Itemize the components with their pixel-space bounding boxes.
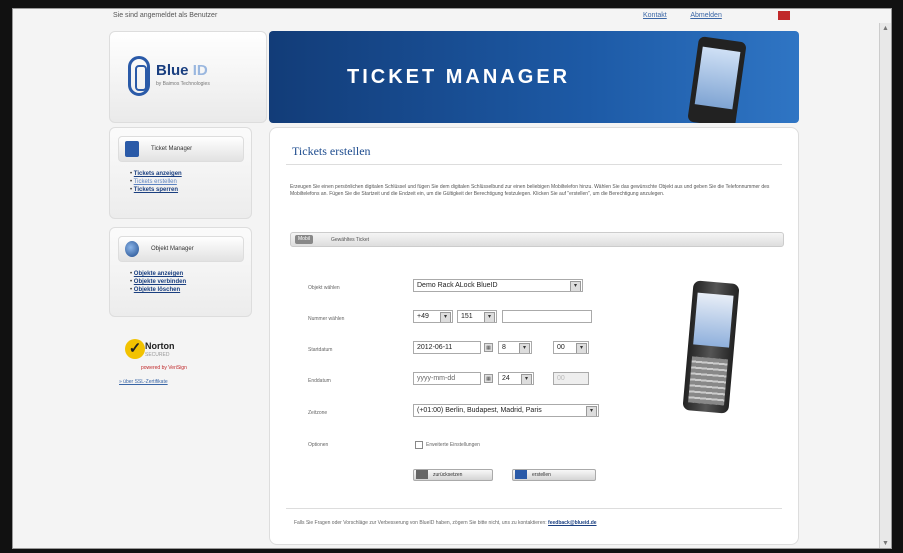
object-select[interactable]: Demo Rack ALock BlueID <box>413 279 583 292</box>
page-title: Tickets erstellen <box>292 144 371 158</box>
norton-powered: powered by VeriSign <box>141 365 187 371</box>
sidebar-item-tickets-sperren[interactable]: Tickets sperren <box>130 186 182 194</box>
end-hour-select[interactable]: 24 <box>498 372 534 385</box>
scroll-down-icon[interactable]: ▼ <box>882 540 889 547</box>
ticket-icon <box>125 141 139 157</box>
create-icon <box>515 470 527 479</box>
object-manager-menu: Objekte anzeigen Objekte verbinden Objek… <box>130 270 186 294</box>
vertical-scrollbar[interactable]: ▲ ▼ <box>879 23 891 548</box>
tab-key: Mobil <box>295 235 313 244</box>
norton-secured: SECURED <box>145 352 170 358</box>
ticket-manager-banner: TICKET MANAGER <box>269 31 799 123</box>
start-hour-select[interactable]: 8 <box>498 341 532 354</box>
start-date-label: Startdatum <box>308 347 333 353</box>
logo-name: Blue <box>156 62 189 79</box>
logo-name-suffix: ID <box>192 62 208 79</box>
timezone-select[interactable]: (+01:00) Berlin, Budapest, Madrid, Paris <box>413 404 599 417</box>
feedback-text: Falls Sie Fragen oder Vorschläge zur Ver… <box>294 520 597 526</box>
object-manager-panel: Objekt Manager Objekte anzeigen Objekte … <box>109 227 252 317</box>
norton-secured-seal[interactable]: ✓ Norton SECURED powered by VeriSign <box>121 331 201 375</box>
checkmark-icon: ✓ <box>125 339 145 359</box>
divider <box>286 508 782 509</box>
norton-brand: Norton <box>145 341 175 351</box>
sidebar-item-objekte-loeschen[interactable]: Objekte löschen <box>130 286 186 294</box>
phone-image <box>687 36 747 123</box>
end-date-input[interactable]: yyyy-mm-dd <box>413 372 481 385</box>
ticket-manager-header: Ticket Manager <box>118 136 244 162</box>
globe-icon <box>125 241 139 257</box>
sidebar-item-tickets-anzeigen[interactable]: Tickets anzeigen <box>130 170 182 178</box>
start-date-input[interactable]: 2012-06-11 <box>413 341 481 354</box>
scroll-up-icon[interactable]: ▲ <box>882 25 889 32</box>
ssl-info-link[interactable]: » über SSL-Zertifikate <box>119 379 168 385</box>
sidebar-item-objekte-anzeigen[interactable]: Objekte anzeigen <box>130 270 186 278</box>
sidebar-item-objekte-verbinden[interactable]: Objekte verbinden <box>130 278 186 286</box>
calendar-icon[interactable]: ▦ <box>484 343 493 352</box>
object-manager-title: Objekt Manager <box>151 246 194 252</box>
ticket-manager-menu: Tickets anzeigen Tickets erstellen Ticke… <box>130 170 182 194</box>
ticket-manager-panel: Ticket Manager Tickets anzeigen Tickets … <box>109 127 252 219</box>
browser-page: Sie sind angemeldet als Benutzer Kontakt… <box>12 8 892 549</box>
timezone-label: Zeitzone <box>308 410 328 416</box>
country-code-select[interactable]: +49 <box>413 310 453 323</box>
login-status: Sie sind angemeldet als Benutzer <box>113 12 218 19</box>
selected-ticket-bar: Mobil Gewähltes Ticket <box>290 232 784 247</box>
reset-button[interactable]: zurücksetzen <box>413 469 493 481</box>
number-label: Nummer wählen <box>308 316 345 322</box>
mobile-phone-image <box>682 280 740 414</box>
blueid-logo-icon <box>128 56 150 96</box>
blueid-logo[interactable]: Blue ID by Baimos Technologies <box>109 31 267 123</box>
phone-number-input[interactable] <box>502 310 592 323</box>
end-minute-select[interactable]: 00 <box>553 372 589 385</box>
calendar-icon[interactable]: ▦ <box>484 374 493 383</box>
top-bar: Sie sind angemeldet als Benutzer Kontakt… <box>13 9 891 23</box>
advanced-settings-checkbox[interactable] <box>415 441 423 449</box>
end-date-label: Enddatum <box>308 378 331 384</box>
main-content: Tickets erstellen Erzeugen Sie einen per… <box>269 127 799 545</box>
language-flag-icon[interactable] <box>778 11 790 20</box>
reset-icon <box>416 470 428 479</box>
create-button[interactable]: erstellen <box>512 469 596 481</box>
object-manager-header: Objekt Manager <box>118 236 244 262</box>
feedback-email-link[interactable]: feedback@blueid.de <box>548 520 597 526</box>
banner-title: TICKET MANAGER <box>347 66 571 88</box>
start-minute-select[interactable]: 00 <box>553 341 589 354</box>
divider <box>286 164 782 165</box>
logo-subtitle: by Baimos Technologies <box>156 81 210 87</box>
logout-link[interactable]: Abmelden <box>690 12 722 19</box>
intro-text: Erzeugen Sie einen persönlichen digitale… <box>290 184 770 197</box>
advanced-settings-label: Erweiterte Einstellungen <box>426 442 480 448</box>
options-label: Optionen <box>308 442 329 448</box>
sidebar-item-tickets-erstellen[interactable]: Tickets erstellen <box>130 178 182 186</box>
tab-label: Gewähltes Ticket <box>331 237 370 243</box>
area-code-select[interactable]: 151 <box>457 310 497 323</box>
contact-link[interactable]: Kontakt <box>643 12 667 19</box>
ticket-manager-title: Ticket Manager <box>151 146 193 152</box>
object-label: Objekt wählen <box>308 285 340 291</box>
